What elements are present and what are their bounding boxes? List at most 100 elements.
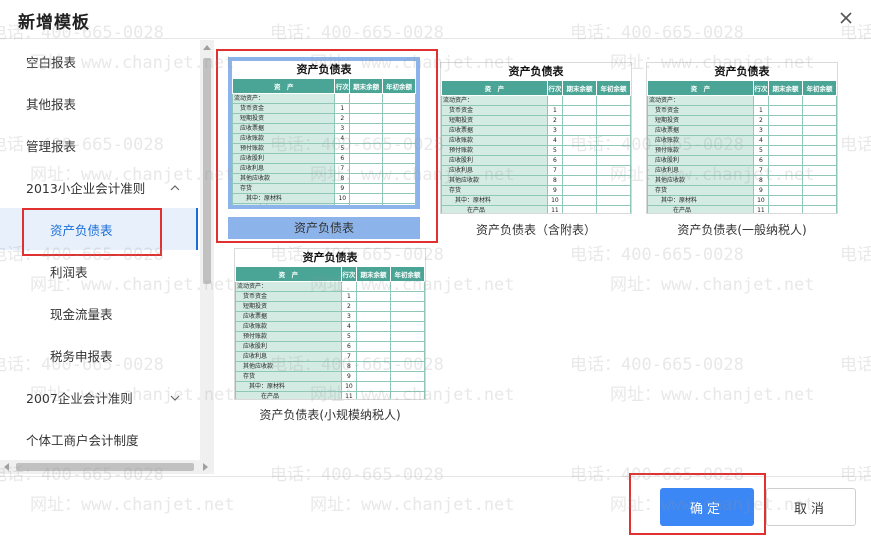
end-balance-cell [349,163,384,174]
table-row: 预付账款 5 [441,145,631,156]
begin-balance-cell [389,351,425,362]
watermark-phone: 电话：400-665-0028 [840,245,871,265]
row-number: 10 [340,381,357,392]
row-name: 预付账款 [441,145,548,156]
row-number: 3 [334,123,351,134]
table-row: 货币资金 1 [647,105,837,116]
row-name: 应收账款 [232,133,336,144]
begin-balance-cell [389,391,425,399]
sidebar-item-2013-small-enterprise[interactable]: 2013小企业会计准则 [0,166,198,208]
end-balance-cell [561,115,597,126]
row-name: 应收利息 [441,165,548,176]
table-row: 其中：原材料 10 [441,195,631,206]
begin-balance-cell [801,95,837,106]
row-name: 应收票据 [441,125,548,136]
row-name: 货币资金 [441,105,548,116]
chevron-down-icon [170,391,180,401]
row-number: 7 [752,165,769,176]
footer-divider [0,476,871,477]
row-number: 7 [334,163,351,174]
scrollbar-thumb-horizontal[interactable] [16,463,194,471]
table-row: 短期投资 2 [441,115,631,126]
table-row: 在产品 11 [441,205,631,213]
table-row: 应收票据 3 [441,125,631,136]
end-balance-cell [355,391,391,399]
end-balance-cell [767,155,803,166]
column-header: 行次 [546,80,563,96]
sidebar-item-cash-flow[interactable]: 现金流量表 [0,292,198,334]
cancel-button[interactable]: 取消 [766,488,856,526]
end-balance-cell [355,351,391,362]
scroll-left-arrow-icon[interactable] [4,463,9,471]
begin-balance-cell [595,105,631,116]
row-number [752,95,769,106]
balance-sheet-preview-table: 资 产 行次 期末余额 年初余额 流动资产： 货币资金 1 短期投资 2 应收票据 3… [235,266,425,399]
watermark-phone: 电话：400-665-0028 [570,355,744,375]
sidebar-item-other-report[interactable]: 其他报表 [0,82,198,124]
sheet-title: 资产负债表 [714,65,770,78]
watermark-phone: 电话：400-665-0028 [570,465,744,485]
row-name: 其他应收款 [647,175,754,186]
row-number [340,281,357,292]
row-name: 其他应收款 [235,361,342,372]
watermark-phone: 电话：400-665-0028 [270,465,444,485]
table-row: 存货 9 [232,183,416,194]
end-balance-cell [561,105,597,116]
row-name: 预付账款 [235,331,342,342]
row-number: 5 [340,331,357,342]
row-name: 在产品 [441,205,548,213]
row-number [546,95,563,106]
sidebar-item-individual-business[interactable]: 个体工商户会计制度 [0,418,198,460]
row-name: 流动资产： [235,281,342,292]
row-number [334,93,351,104]
row-number: 8 [334,173,351,184]
begin-balance-cell [389,331,425,342]
row-name: 应收利息 [235,351,342,362]
sidebar-item-income-statement[interactable]: 利润表 [0,250,198,292]
row-number: 9 [340,371,357,382]
table-row: 短期投资 2 [235,301,425,312]
watermark-phone: 电话：400-665-0028 [840,465,871,485]
row-number: 11 [752,205,769,213]
confirm-button[interactable]: 确定 [660,488,754,526]
sidebar-item-balance-sheet[interactable]: 资产负债表 [0,208,198,250]
watermark-site: 网址：www.chanjet.net [610,275,815,295]
table-row: 应收利息 7 [232,163,416,174]
balance-sheet-preview-table: 资 产 行次 期末余额 年初余额 流动资产： 货币资金 1 短期投资 2 应收票据 3… [232,78,416,205]
end-balance-cell [767,135,803,146]
row-name: 短期投资 [235,301,342,312]
begin-balance-cell [382,183,416,194]
sidebar-item-management-report[interactable]: 管理报表 [0,124,198,166]
row-name: 其中：原材料 [441,195,548,206]
row-name: 应收股利 [647,155,754,166]
row-name: 应收账款 [647,135,754,146]
begin-balance-cell [801,135,837,146]
table-row: 应收利息 7 [647,165,837,176]
row-number: 9 [334,183,351,194]
sidebar-item-blank-report[interactable]: 空白报表 [0,40,198,82]
row-name: 在产品 [235,391,342,399]
begin-balance-cell [801,175,837,186]
table-row: 在产品 11 [647,205,837,213]
begin-balance-cell [801,195,837,206]
end-balance-cell [767,195,803,206]
sidebar-item-tax-report[interactable]: 税务申报表 [0,334,198,376]
scrollbar-thumb[interactable] [203,58,211,284]
row-number: 4 [334,133,351,144]
close-icon[interactable] [837,9,855,27]
table-row: 存货 9 [441,185,631,196]
end-balance-cell [355,341,391,352]
scroll-right-arrow-icon[interactable] [203,463,208,471]
sidebar-horizontal-scrollbar[interactable] [0,460,214,474]
template-caption: 资产负债表(小规模纳税人) [259,408,401,422]
sidebar-item-2007-enterprise[interactable]: 2007企业会计准则 [0,376,198,418]
begin-balance-cell [595,135,631,146]
begin-balance-cell [389,381,425,392]
row-name: 其他应收款 [441,175,548,186]
sidebar-vertical-scrollbar[interactable] [200,40,214,460]
table-row: 存货 9 [647,185,837,196]
row-name: 其中：原材料 [647,195,754,206]
column-header: 资 产 [441,80,548,96]
begin-balance-cell [382,93,416,104]
scroll-up-arrow-icon[interactable] [203,45,211,50]
